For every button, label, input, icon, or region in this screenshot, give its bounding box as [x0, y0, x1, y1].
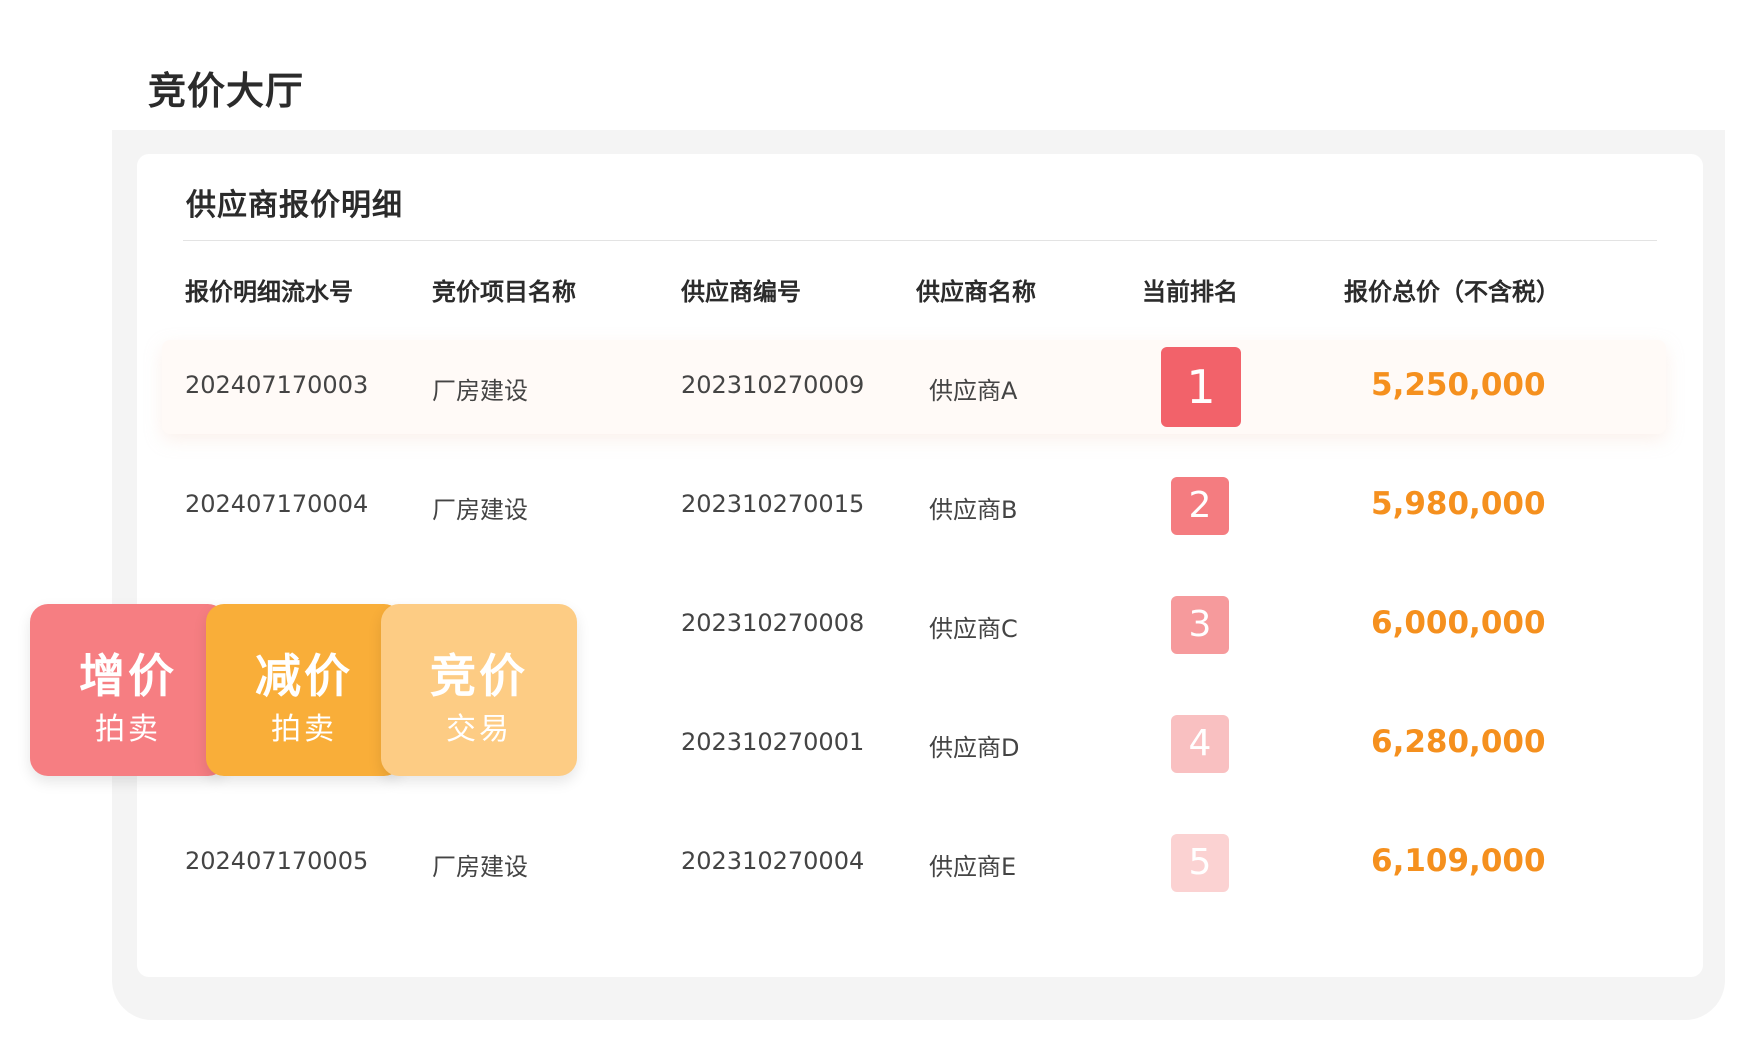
table-row[interactable]: 202407170004 厂房建设 202310270015 供应商B 2 5,… — [0, 466, 1759, 546]
tile-sub-label: 拍卖 — [95, 712, 161, 747]
header-rank: 当前排名 — [1142, 278, 1238, 306]
card-title: 供应商报价明细 — [186, 188, 403, 223]
table-header: 报价明细流水号 竞价项目名称 供应商编号 供应商名称 当前排名 报价总价（不含税… — [0, 272, 1759, 312]
cell-supplier-no: 202310270001 — [681, 728, 865, 756]
header-project: 竞价项目名称 — [432, 278, 576, 306]
tile-sub-label: 拍卖 — [271, 712, 337, 747]
cell-supplier-no: 202310270015 — [681, 490, 865, 518]
cell-project: 厂房建设 — [432, 496, 528, 524]
cell-supplier-no: 202310270009 — [681, 371, 865, 399]
cell-price: 5,250,000 — [1371, 367, 1546, 403]
cell-supplier-name: 供应商B — [929, 496, 1018, 524]
cell-price: 5,980,000 — [1371, 486, 1546, 522]
tile-main-label: 减价 — [255, 649, 353, 703]
header-price: 报价总价（不含税） — [1344, 278, 1560, 306]
rank-badge: 1 — [1161, 347, 1241, 427]
decrease-auction-tile[interactable]: 减价 拍卖 — [206, 604, 402, 776]
header-serial: 报价明细流水号 — [185, 278, 353, 306]
cell-project: 厂房建设 — [432, 853, 528, 881]
rank-badge: 4 — [1171, 715, 1229, 773]
bidding-trade-tile[interactable]: 竞价 交易 — [381, 604, 577, 776]
cell-supplier-name: 供应商C — [929, 615, 1018, 643]
header-supplier-no: 供应商编号 — [681, 278, 801, 306]
increase-auction-tile[interactable]: 增价 拍卖 — [30, 604, 226, 776]
cell-supplier-name: 供应商A — [929, 377, 1018, 405]
tile-main-label: 竞价 — [430, 649, 528, 703]
cell-serial: 202407170003 — [185, 371, 369, 399]
cell-supplier-name: 供应商D — [929, 734, 1020, 762]
cell-serial: 202407170005 — [185, 847, 369, 875]
page-title: 竞价大厅 — [148, 69, 305, 113]
divider — [183, 240, 1657, 241]
header-supplier-name: 供应商名称 — [916, 278, 1036, 306]
table-row[interactable]: 202407170005 厂房建设 202310270004 供应商E 5 6,… — [0, 823, 1759, 903]
tile-main-label: 增价 — [79, 649, 177, 703]
cell-supplier-no: 202310270008 — [681, 609, 865, 637]
cell-price: 6,280,000 — [1371, 724, 1546, 760]
cell-price: 6,109,000 — [1371, 843, 1546, 879]
cell-price: 6,000,000 — [1371, 605, 1546, 641]
rank-badge: 5 — [1171, 834, 1229, 892]
rank-badge: 2 — [1171, 477, 1229, 535]
cell-supplier-name: 供应商E — [929, 853, 1017, 881]
cell-supplier-no: 202310270004 — [681, 847, 865, 875]
table-row[interactable]: 202407170003 厂房建设 202310270009 供应商A 1 5,… — [0, 340, 1759, 434]
cell-project: 厂房建设 — [432, 377, 528, 405]
rank-badge: 3 — [1171, 596, 1229, 654]
cell-serial: 202407170004 — [185, 490, 369, 518]
tile-sub-label: 交易 — [446, 712, 512, 747]
